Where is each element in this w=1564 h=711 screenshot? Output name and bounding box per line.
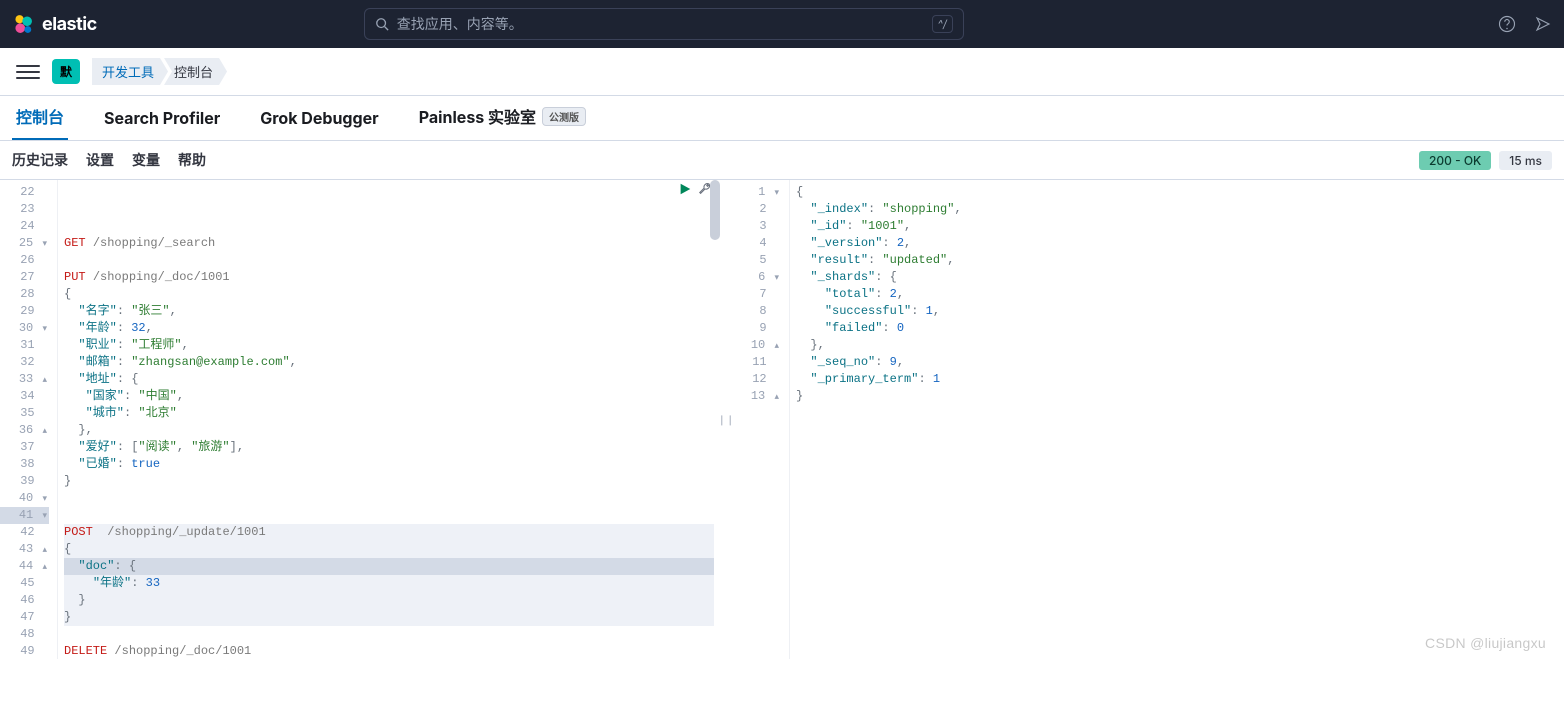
code-line[interactable] <box>64 626 714 643</box>
code-line[interactable]: "地址": { <box>64 371 714 388</box>
request-pane[interactable]: 22 23 24 25 ▾26 27 28 29 30 ▾31 32 33 ▴3… <box>0 180 720 659</box>
console-toolbar: 历史记录 设置 变量 帮助 200 - OK 15 ms <box>0 141 1564 179</box>
code-line[interactable]: }, <box>796 337 1558 354</box>
code-line[interactable]: "职业": "工程师", <box>64 337 714 354</box>
code-line[interactable]: "_version": 2, <box>796 235 1558 252</box>
request-editor[interactable]: GET /shopping/_search PUT /shopping/_doc/… <box>58 180 720 659</box>
response-pane: 1 ▾2 3 4 5 6 ▾7 8 9 10 ▴11 12 13 ▴ { "_i… <box>732 180 1564 659</box>
code-line[interactable]: "_seq_no": 9, <box>796 354 1558 371</box>
code-line[interactable]: "邮箱": "zhangsan@example.com", <box>64 354 714 371</box>
beta-badge: 公测版 <box>542 107 586 126</box>
code-line[interactable] <box>64 677 714 694</box>
request-gutter: 22 23 24 25 ▾26 27 28 29 30 ▾31 32 33 ▴3… <box>0 180 58 659</box>
code-line[interactable]: "年龄": 33 <box>64 575 714 592</box>
code-line[interactable]: "total": 2, <box>796 286 1558 303</box>
scrollbar[interactable] <box>710 180 720 240</box>
elastic-logo-icon <box>12 13 34 35</box>
code-line[interactable]: "_primary_term": 1 <box>796 371 1558 388</box>
breadcrumb-console: 控制台 <box>164 58 227 85</box>
code-line[interactable]: "名字": "张三", <box>64 303 714 320</box>
response-gutter: 1 ▾2 3 4 5 6 ▾7 8 9 10 ▴11 12 13 ▴ <box>732 180 790 659</box>
code-line[interactable]: "国家": "中国", <box>64 388 714 405</box>
space-selector[interactable]: 默 <box>52 59 80 84</box>
code-line[interactable]: POST /shopping/_update/1001 <box>64 524 714 541</box>
nav-toggle-button[interactable] <box>16 60 40 84</box>
code-line[interactable]: "_id": "1001", <box>796 218 1558 235</box>
sub-header: 默 开发工具 控制台 <box>0 48 1564 96</box>
variables-button[interactable]: 变量 <box>132 150 160 170</box>
code-line[interactable]: "result": "updated", <box>796 252 1558 269</box>
run-request-icon[interactable] <box>678 182 692 196</box>
console-panes: 22 23 24 25 ▾26 27 28 29 30 ▾31 32 33 ▴3… <box>0 179 1564 659</box>
code-line[interactable]: } <box>64 592 714 609</box>
code-line[interactable]: { <box>64 286 714 303</box>
help-button[interactable]: 帮助 <box>178 150 206 170</box>
code-line[interactable]: } <box>796 388 1558 405</box>
code-line[interactable] <box>64 694 714 711</box>
search-shortcut: ^/ <box>932 15 953 33</box>
code-line[interactable]: "failed": 0 <box>796 320 1558 337</box>
response-status: 200 - OK <box>1419 151 1491 170</box>
code-line[interactable]: "_shards": { <box>796 269 1558 286</box>
search-input[interactable] <box>397 16 924 32</box>
code-line[interactable] <box>64 252 714 269</box>
code-line[interactable]: DELETE /shopping/_doc/1001 <box>64 643 714 660</box>
settings-button[interactable]: 设置 <box>86 150 114 170</box>
code-line[interactable]: { <box>796 184 1558 201</box>
code-line[interactable]: } <box>64 473 714 490</box>
global-search[interactable]: ^/ <box>364 8 964 40</box>
code-line[interactable]: } <box>64 609 714 626</box>
code-line[interactable] <box>64 490 714 507</box>
response-time: 15 ms <box>1499 151 1552 170</box>
response-viewer[interactable]: { "_index": "shopping", "_id": "1001", "… <box>790 180 1564 659</box>
top-header: elastic ^/ <box>0 0 1564 48</box>
pane-resize-handle[interactable]: ❘❘ <box>720 180 732 659</box>
code-line[interactable]: "已婚": true <box>64 456 714 473</box>
breadcrumb-dev-tools[interactable]: 开发工具 <box>92 58 168 85</box>
devtools-tabs: 控制台 Search Profiler Grok Debugger Painle… <box>0 96 1564 141</box>
code-line[interactable]: { <box>64 541 714 558</box>
tab-grok-debugger[interactable]: Grok Debugger <box>256 108 382 140</box>
help-icon[interactable] <box>1498 15 1516 33</box>
code-line[interactable]: PUT /shopping/_doc/1001 <box>64 269 714 286</box>
brand-text: elastic <box>42 14 97 35</box>
code-line[interactable]: "爱好": ["阅读", "旅游"], <box>64 439 714 456</box>
brand-logo[interactable]: elastic <box>12 13 97 35</box>
code-line[interactable]: GET /shopping/_search <box>64 235 714 252</box>
code-line[interactable] <box>64 507 714 524</box>
code-line[interactable]: "年龄": 32, <box>64 320 714 337</box>
code-line[interactable]: "_index": "shopping", <box>796 201 1558 218</box>
code-line[interactable]: "doc": { <box>64 558 714 575</box>
code-line[interactable] <box>64 660 714 677</box>
newsfeed-icon[interactable] <box>1534 15 1552 33</box>
code-line[interactable]: "successful": 1, <box>796 303 1558 320</box>
tab-painless-lab[interactable]: Painless 实验室公测版 <box>415 104 590 140</box>
breadcrumb: 开发工具 控制台 <box>92 58 227 85</box>
code-line[interactable]: }, <box>64 422 714 439</box>
history-button[interactable]: 历史记录 <box>12 150 68 170</box>
tab-console[interactable]: 控制台 <box>12 104 68 140</box>
tab-search-profiler[interactable]: Search Profiler <box>100 108 224 140</box>
search-icon <box>375 17 389 31</box>
code-line[interactable]: "城市": "北京" <box>64 405 714 422</box>
